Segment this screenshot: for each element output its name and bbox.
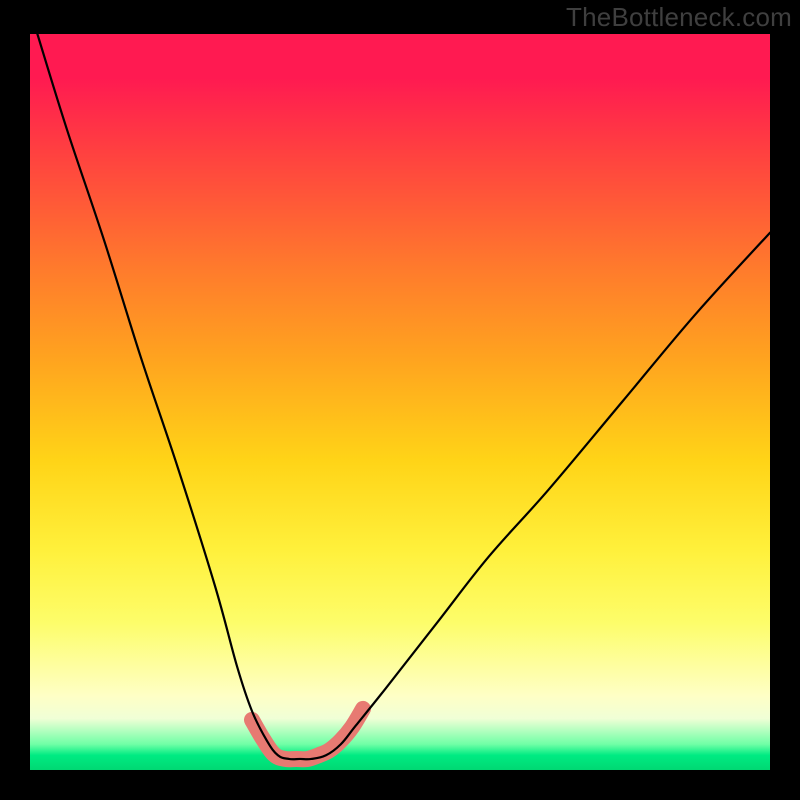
watermark-text: TheBottleneck.com — [566, 2, 792, 33]
chart-svg — [30, 34, 770, 770]
bottleneck-marker-band — [252, 709, 363, 759]
plot-area — [30, 34, 770, 770]
chart-frame: TheBottleneck.com — [0, 0, 800, 800]
bottleneck-curve — [37, 34, 770, 759]
